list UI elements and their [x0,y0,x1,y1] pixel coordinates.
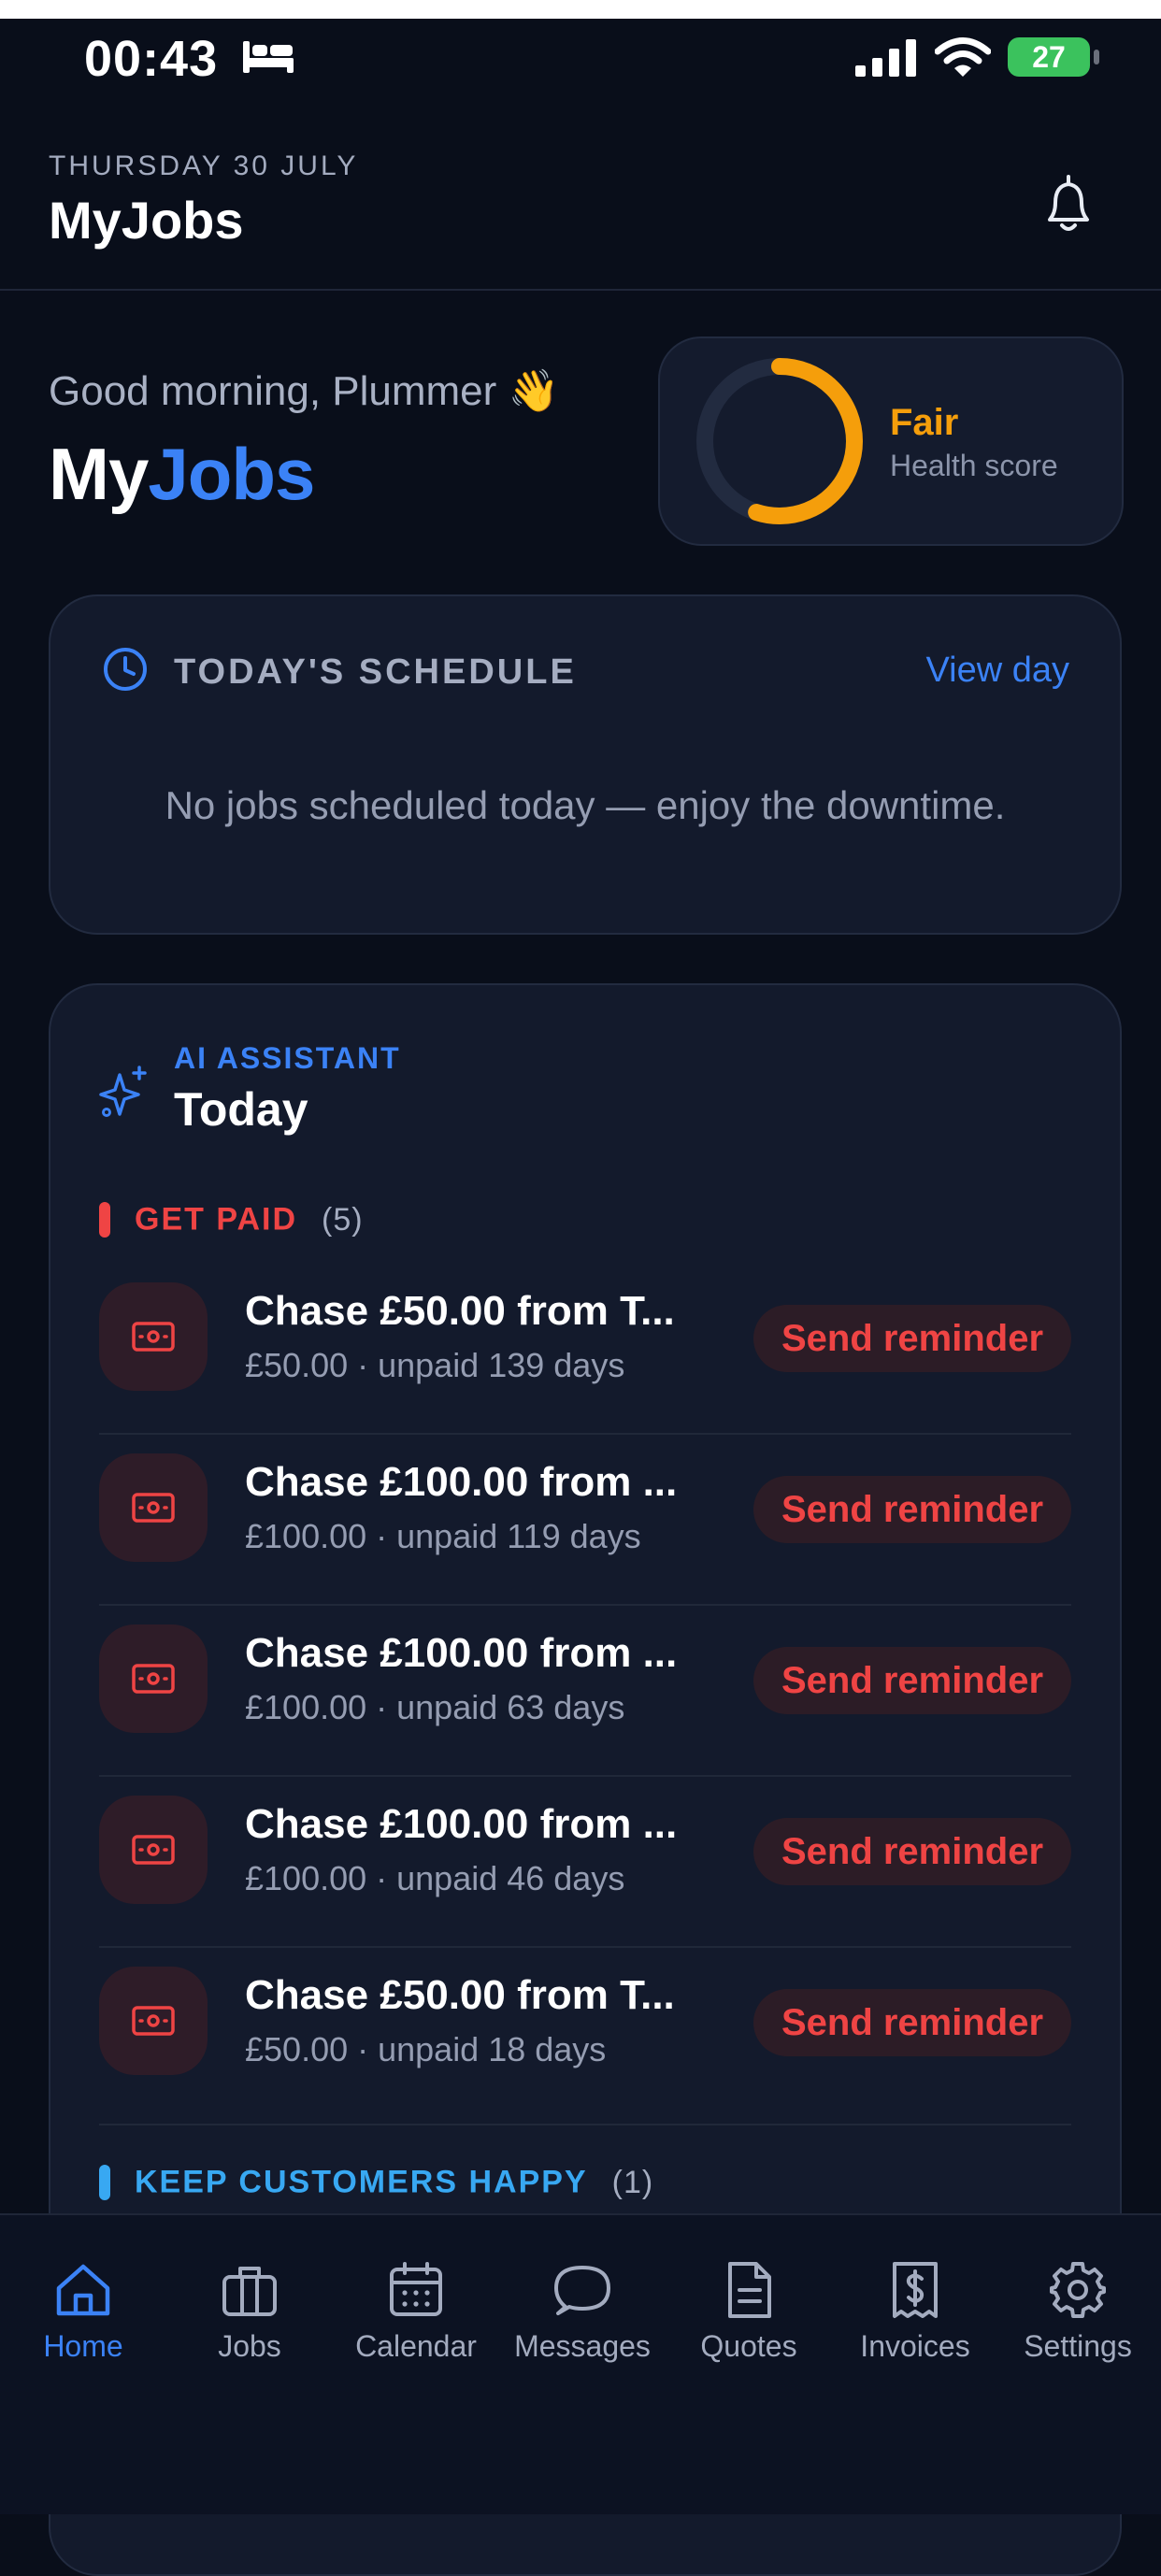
list-item-title: Chase £50.00 from T... [245,1288,675,1334]
send-reminder-button[interactable]: Send reminder [753,1647,1071,1714]
keep-customers-happy-count: (1) [611,2164,654,2200]
sparkle-icon [99,1066,147,1117]
tab-label: Invoices [860,2329,970,2363]
list-item-title: Chase £100.00 from ... [245,1459,678,1505]
list-item-subtitle: £50.00 · unpaid 139 days [245,1346,625,1384]
keep-customers-happy-label: KEEP CUSTOMERS HAPPY [135,2164,588,2200]
notifications-bell-icon[interactable] [1039,173,1097,238]
wifi-icon [935,37,991,77]
cash-icon-badge [99,1967,208,2075]
tab-label: Calendar [355,2329,477,2363]
get-paid-section-header: GET PAID (5) [99,1200,364,1238]
health-score-card[interactable]: Fair Health score [658,336,1124,546]
section-marker [99,1202,110,1238]
tab-label: Quotes [700,2329,797,2363]
tab-calendar[interactable]: Calendar [333,2260,499,2391]
keep-customers-happy-section-header: KEEP CUSTOMERS HAPPY (1) [99,2163,653,2201]
view-day-link[interactable]: View day [925,651,1069,691]
list-item[interactable]: Chase £50.00 from T... £50.00 · unpaid 1… [99,1262,1071,1435]
list-item[interactable]: Chase £100.00 from ... £100.00 · unpaid … [99,1775,1071,1948]
section-marker [99,2165,110,2201]
list-item-title: Chase £50.00 from T... [245,1972,675,2018]
briefcase-icon [222,2267,277,2316]
list-item[interactable]: Chase £50.00 from T... £50.00 · unpaid 1… [99,1946,1071,2117]
signal-icon [855,39,916,77]
cash-icon [132,1322,175,1352]
gear-icon [1050,2262,1106,2318]
status-time: 00:43 [84,31,219,87]
send-reminder-button[interactable]: Send reminder [753,1476,1071,1543]
todays-schedule-card: TODAY'S SCHEDULE View day No jobs schedu… [49,594,1122,935]
send-reminder-button[interactable]: Send reminder [753,1305,1071,1372]
tab-label: Jobs [218,2329,281,2363]
cash-icon-badge [99,1453,208,1562]
cash-icon-badge [99,1796,208,1904]
tab-invoices[interactable]: Invoices [832,2260,998,2391]
status-bar: 00:43 27 [0,19,1161,117]
greeting-text: Good morning, Plummer 👋 [49,368,560,414]
clock-icon [104,648,147,691]
schedule-title: TODAY'S SCHEDULE [174,652,577,692]
ai-assistant-title: Today [174,1083,308,1136]
tab-home[interactable]: Home [0,2260,166,2391]
send-reminder-button[interactable]: Send reminder [753,1989,1071,2056]
tab-label: Home [43,2329,123,2363]
battery-tip [1094,50,1099,64]
cash-icon-badge [99,1282,208,1391]
get-paid-count: (5) [322,1201,364,1238]
home-icon [56,2264,110,2316]
tab-label: Messages [514,2329,651,2363]
list-item-subtitle: £100.00 · unpaid 63 days [245,1688,625,1726]
tab-quotes[interactable]: Quotes [666,2260,832,2391]
list-item-subtitle: £100.00 · unpaid 119 days [245,1517,641,1555]
app-header: THURSDAY 30 JULY MyJobs [0,117,1161,291]
list-item-title: Chase £100.00 from ... [245,1801,678,1847]
battery-level: 27 [1032,40,1066,74]
sleep-bed-icon [243,41,294,73]
list-item-subtitle: £100.00 · unpaid 46 days [245,1859,625,1897]
health-score-label: Fair [890,402,959,443]
get-paid-label: GET PAID [135,1201,298,1238]
cash-icon [132,2006,175,2036]
brand-part-my: My [49,433,149,515]
receipt-icon [893,2262,938,2318]
cash-icon [132,1664,175,1694]
brand-part-jobs: Jobs [148,433,315,515]
tab-label: Settings [1024,2329,1132,2363]
calendar-icon [390,2262,442,2316]
health-score-ring [696,358,863,524]
schedule-empty-text: No jobs scheduled today — enjoy the down… [165,783,1006,827]
cash-icon [132,1835,175,1865]
send-reminder-button[interactable]: Send reminder [753,1818,1071,1885]
health-score-sublabel: Health score [890,449,1058,482]
section-divider [99,2124,1071,2125]
message-icon [554,2266,610,2315]
tab-messages[interactable]: Messages [499,2260,666,2391]
list-item-title: Chase £100.00 from ... [245,1630,678,1676]
document-icon [728,2262,771,2318]
list-item-subtitle: £50.00 · unpaid 18 days [245,2030,607,2068]
bottom-tab-bar: Home Jobs Calendar Messages Quotes Invoi… [0,2213,1161,2514]
tab-jobs[interactable]: Jobs [166,2260,333,2391]
battery-indicator: 27 [1008,37,1090,77]
header-title: MyJobs [49,191,244,250]
header-date: THURSDAY 30 JULY [49,150,359,181]
top-strip [0,0,1161,19]
brand-wordmark: MyJobs [49,432,315,517]
ai-assistant-kicker: AI ASSISTANT [174,1041,401,1075]
list-item[interactable]: Chase £100.00 from ... £100.00 · unpaid … [99,1433,1071,1606]
list-item[interactable]: Chase £100.00 from ... £100.00 · unpaid … [99,1604,1071,1777]
tab-settings[interactable]: Settings [995,2260,1161,2391]
cash-icon-badge [99,1624,208,1733]
cash-icon [132,1493,175,1523]
